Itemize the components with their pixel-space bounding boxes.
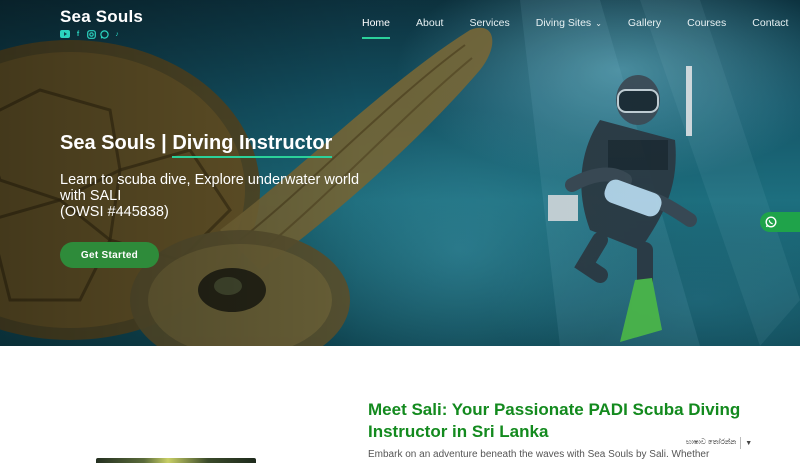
facebook-icon[interactable]: f <box>73 29 83 39</box>
youtube-icon[interactable] <box>60 29 70 39</box>
nav-item-gallery[interactable]: Gallery <box>628 17 661 29</box>
chevron-down-icon: ⌄ <box>595 18 602 28</box>
nav-item-home[interactable]: Home <box>362 17 391 39</box>
hero-banner: Sea Souls f ♪ Home About Services Diving… <box>0 0 800 346</box>
whatsapp-float-button[interactable] <box>760 212 800 232</box>
get-started-button[interactable]: Get Started <box>60 242 159 268</box>
site-brand[interactable]: Sea Souls f ♪ <box>60 7 143 39</box>
whatsapp-icon[interactable] <box>99 29 109 39</box>
language-selector-label: භාෂාව තෝරන්න <box>686 439 737 446</box>
nav-item-services[interactable]: Services <box>469 17 509 29</box>
nav-item-contact[interactable]: Contact <box>752 17 788 29</box>
hero-title-highlight: Diving Instructor <box>172 132 333 154</box>
language-selector[interactable]: භාෂාව තෝරන්න ▼ <box>686 436 752 450</box>
social-links: f ♪ <box>60 29 143 39</box>
instagram-icon[interactable] <box>86 29 96 39</box>
hero-subtitle-line: with SALI <box>60 188 122 204</box>
hero-subtitle-line: (OWSI #445838) <box>60 204 169 220</box>
whatsapp-icon <box>765 216 777 228</box>
hero-subtitle: Learn to scuba dive, Explore underwater … <box>60 172 420 220</box>
site-logo-text[interactable]: Sea Souls <box>60 7 143 27</box>
divider <box>740 437 742 449</box>
chevron-down-icon: ▼ <box>745 439 753 447</box>
tiktok-icon[interactable]: ♪ <box>112 29 122 39</box>
nav-item-courses[interactable]: Courses <box>687 17 726 29</box>
hero-subtitle-line: Learn to scuba dive, Explore underwater … <box>60 172 360 188</box>
nav-item-about[interactable]: About <box>416 17 443 29</box>
main-navigation: Home About Services Diving Sites ⌄ Galler… <box>362 17 800 39</box>
nav-item-diving-sites[interactable]: Diving Sites ⌄ <box>536 17 602 29</box>
hero-title: Sea Souls | Diving Instructor <box>60 132 332 155</box>
hero-title-prefix: Sea Souls | <box>60 132 173 154</box>
section-image <box>96 458 256 463</box>
section-intro-text: Embark on an adventure beneath the waves… <box>368 449 710 460</box>
